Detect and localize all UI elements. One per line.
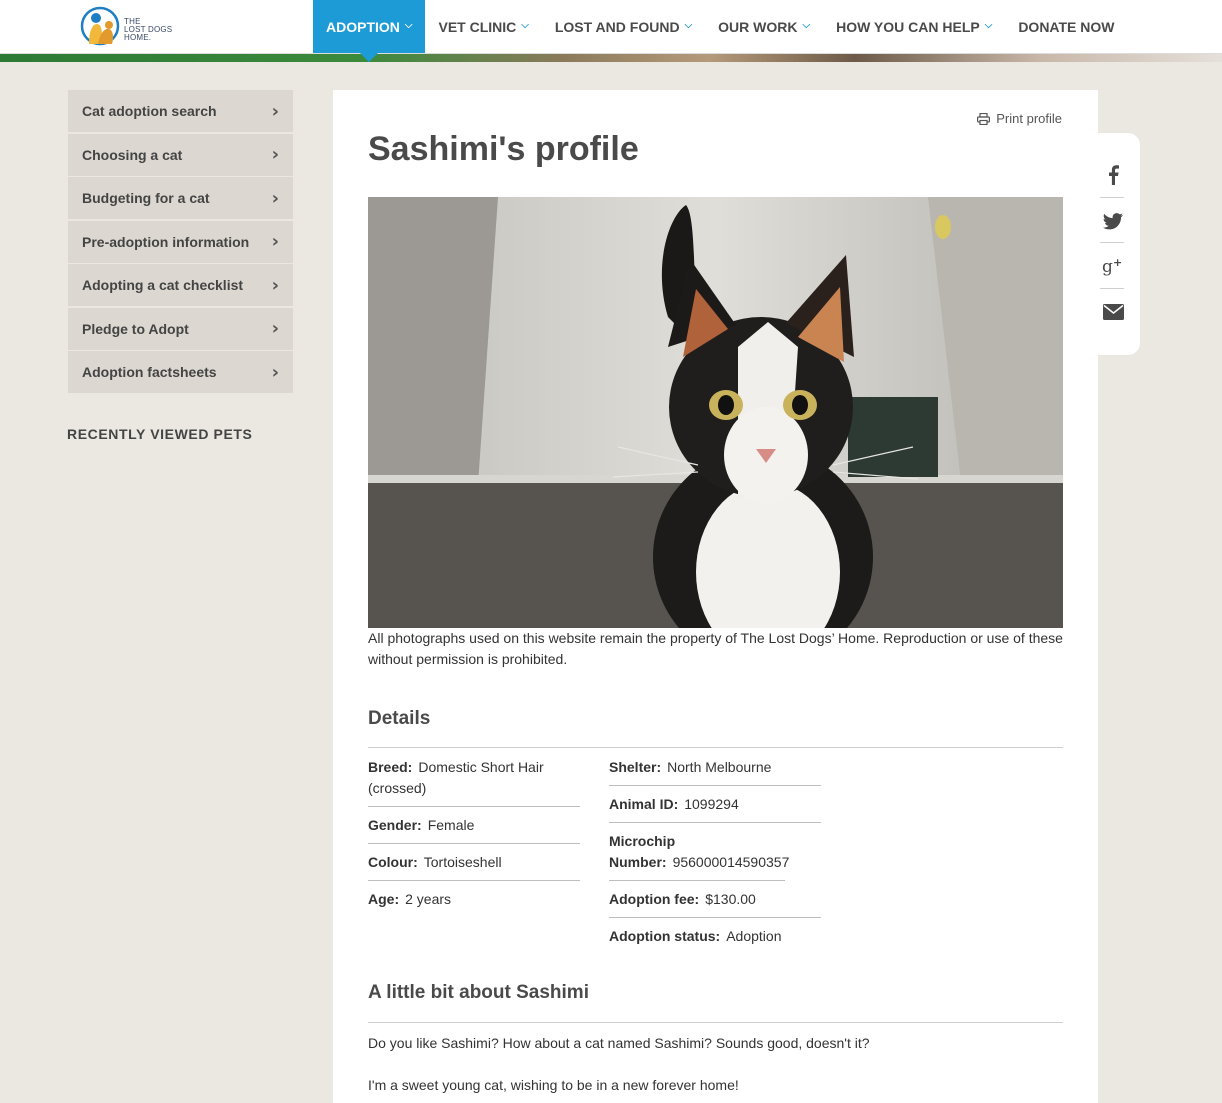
printer-icon	[977, 112, 991, 125]
details-right-column: Shelter: North Melbourne Animal ID: 109929…	[609, 749, 821, 954]
recently-viewed-heading: RECENTLY VIEWED PETS	[67, 426, 253, 442]
chevron-down-icon: ⌵	[684, 20, 693, 31]
google-plus-share-button[interactable]: g +	[1100, 244, 1126, 288]
details-heading: Details	[368, 708, 431, 729]
chevron-right-icon: ›	[271, 187, 279, 209]
nav-lost-and-found[interactable]: LOST AND FOUND ⌵	[542, 0, 705, 53]
detail-age: Age: 2 years	[368, 891, 452, 907]
chevron-down-icon: ⌵	[984, 20, 993, 31]
chevron-right-icon: ›	[271, 318, 279, 339]
sidebar-item-checklist[interactable]: Adopting a cat checklist ›	[68, 264, 293, 306]
nav-how-you-can-help[interactable]: HOW YOU CAN HELP ⌵	[823, 0, 1005, 53]
sidebar-item-label: Adoption factsheets	[82, 364, 217, 380]
print-profile-button[interactable]: Print profile	[977, 111, 1062, 126]
detail-shelter: Shelter: North Melbourne	[609, 749, 821, 786]
top-nav-bar: THE LOST DOGS HOME. ADOPTION ⌵ VET CLINIC…	[0, 0, 1222, 62]
share-divider	[1100, 242, 1124, 243]
sidebar-item-cat-adoption-search[interactable]: Cat adoption search ›	[68, 90, 293, 132]
logo-mark-icon	[80, 6, 120, 46]
sidebar-item-label: Pre-adoption information	[82, 233, 250, 250]
sidebar-item-pledge[interactable]: Pledge to Adopt ›	[68, 307, 293, 350]
details-left-column: Breed: Domestic Short Hair (crossed) Gend…	[368, 749, 580, 917]
details-divider	[368, 747, 1063, 748]
photo-caption: All photographs used on this website rem…	[368, 630, 1063, 667]
chevron-down-icon: ⌵	[404, 20, 413, 31]
chevron-right-icon: ›	[271, 361, 279, 383]
sidebar-item-label: Pledge to Adopt	[82, 320, 189, 337]
svg-text:g: g	[1102, 257, 1113, 276]
chevron-right-icon: ›	[271, 144, 279, 165]
share-rail: g +	[1098, 133, 1140, 355]
email-share-button[interactable]	[1100, 290, 1126, 334]
chevron-right-icon: ›	[271, 231, 279, 252]
nav-our-work[interactable]: OUR WORK ⌵	[705, 0, 823, 53]
sidebar-item-label: Cat adoption search	[82, 103, 217, 119]
detail-animal-id: Animal ID: 1099294	[609, 786, 821, 823]
logo-text: THE LOST DOGS HOME.	[124, 17, 173, 42]
page-title: Sashimi's profile	[368, 130, 639, 168]
detail-adoption-status: Adoption status: Adoption	[609, 928, 782, 944]
sidebar: Cat adoption search › Choosing a cat › B…	[68, 90, 293, 395]
sidebar-item-label: Budgeting for a cat	[82, 190, 210, 206]
sidebar-item-choosing-a-cat[interactable]: Choosing a cat ›	[68, 133, 293, 176]
cat-photo	[368, 197, 1063, 628]
chevron-right-icon: ›	[271, 274, 279, 296]
profile-card: Print profile Sashimi's profile All phot…	[333, 90, 1098, 1103]
sidebar-item-label: Choosing a cat	[82, 146, 183, 163]
sidebar-item-label: Adopting a cat checklist	[82, 277, 244, 293]
lost-dogs-home-logo[interactable]: THE LOST DOGS HOME.	[80, 6, 175, 46]
nav-adoption[interactable]: ADOPTION ⌵	[313, 0, 426, 62]
share-divider	[1100, 197, 1124, 198]
share-divider	[1100, 288, 1124, 289]
sidebar-item-factsheets[interactable]: Adoption factsheets ›	[68, 351, 293, 393]
about-heading: A little bit about Sashimi	[368, 982, 589, 1003]
sidebar-item-budgeting[interactable]: Budgeting for a cat ›	[68, 177, 293, 219]
main-nav: ADOPTION ⌵ VET CLINIC ⌵ LOST AND FOUND ⌵ OU…	[313, 0, 1128, 62]
nav-donate-now[interactable]: DONATE NOW	[1005, 0, 1127, 53]
svg-text:+: +	[1113, 256, 1122, 269]
twitter-share-button[interactable]	[1100, 199, 1126, 243]
chevron-right-icon: ›	[271, 100, 279, 122]
about-text: Do you like Sashimi? How about a cat nam…	[368, 1033, 1063, 1096]
about-paragraph: I'm a sweet young cat, wishing to be in …	[368, 1077, 739, 1093]
nav-vet-clinic[interactable]: VET CLINIC ⌵	[425, 0, 541, 53]
twitter-icon	[1103, 212, 1123, 229]
chevron-down-icon: ⌵	[802, 20, 811, 31]
google-plus-icon: g +	[1102, 256, 1122, 276]
detail-colour: Colour: Tortoiseshell	[368, 844, 580, 881]
detail-breed: Breed: Domestic Short Hair (crossed)	[368, 749, 580, 807]
about-divider	[368, 1022, 1063, 1023]
detail-gender: Gender: Female	[368, 807, 580, 844]
about-paragraph: Do you like Sashimi? How about a cat nam…	[368, 1035, 870, 1051]
chevron-down-icon: ⌵	[521, 20, 529, 31]
sidebar-item-pre-adoption[interactable]: Pre-adoption information ›	[68, 220, 293, 263]
facebook-share-button[interactable]	[1100, 153, 1126, 197]
email-icon	[1102, 304, 1124, 320]
detail-adoption-fee: Adoption fee: $130.00	[609, 881, 821, 918]
detail-microchip: Microchip Number: 956000014590357	[609, 823, 789, 881]
facebook-icon	[1109, 165, 1119, 185]
cat-photo-image	[368, 197, 1063, 628]
